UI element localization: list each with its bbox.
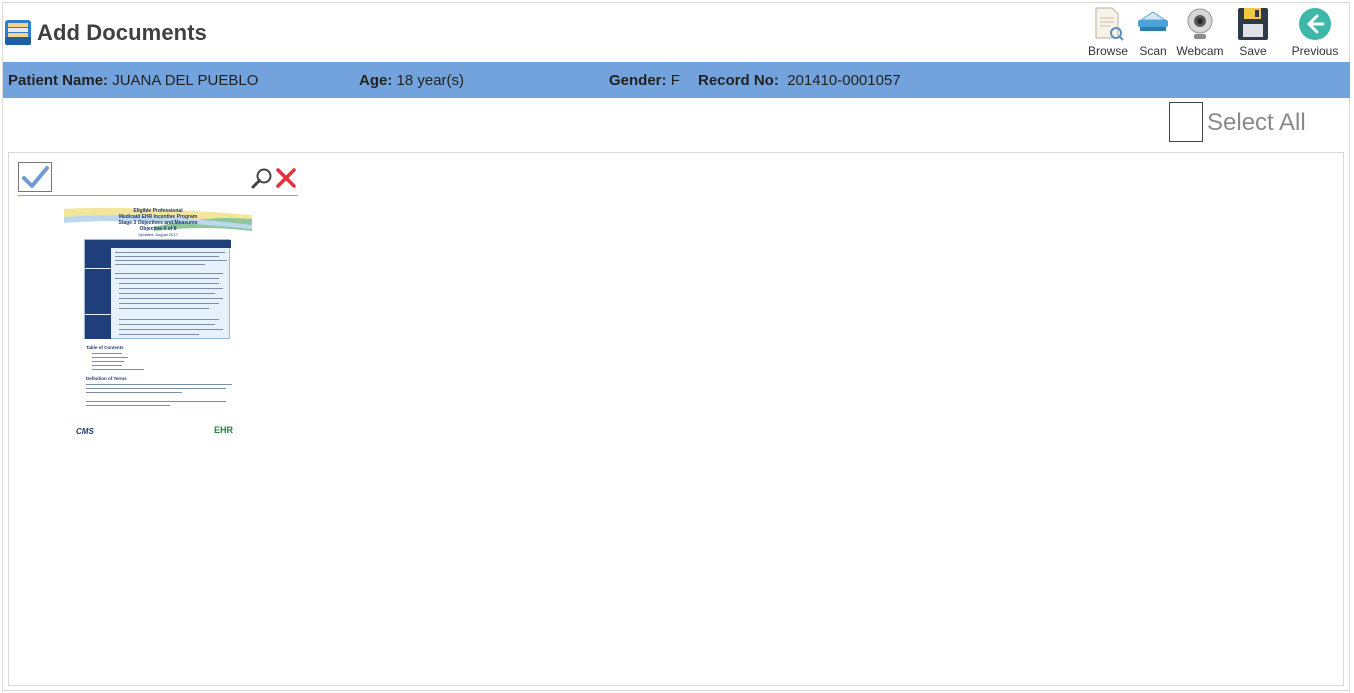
save-button[interactable]: Save: [1227, 4, 1279, 60]
checkmark-icon: [22, 166, 49, 188]
document-cabinet-icon: [5, 20, 31, 45]
document-card: Eligible Professional Medicaid EHR Incen…: [18, 161, 298, 445]
previous-label: Previous: [1291, 44, 1339, 58]
webcam-icon: [1187, 8, 1213, 39]
patient-record-value: 201410-0001057: [787, 72, 901, 89]
patient-age-label: Age:: [359, 72, 393, 89]
remove-icon[interactable]: [274, 166, 298, 190]
back-arrow-icon: [1299, 8, 1331, 40]
page-title: Add Documents: [37, 20, 207, 45]
patient-name: Patient Name: JUANA DEL PUEBLO: [8, 72, 258, 89]
patient-age: Age: 18 year(s): [359, 72, 464, 89]
ehr-logo: EHR: [214, 425, 234, 435]
previous-button[interactable]: Previous: [1289, 4, 1341, 60]
floppy-disk-icon: [1238, 8, 1268, 40]
patient-gender: Gender: F: [609, 72, 680, 89]
scanner-icon: [1138, 11, 1168, 31]
patient-gender-value: F: [670, 72, 680, 89]
thumbnail-updated: Updated: August 2017: [138, 232, 178, 237]
patient-record-label: Record No:: [698, 72, 779, 89]
document-checkbox[interactable]: [18, 162, 52, 192]
document-list: Eligible Professional Medicaid EHR Incen…: [8, 152, 1344, 686]
browse-icon: [1095, 7, 1124, 41]
patient-name-label: Patient Name:: [8, 72, 109, 89]
zoom-icon[interactable]: [251, 167, 273, 189]
select-all-label[interactable]: Select All: [1207, 109, 1306, 137]
patient-name-value: JUANA DEL PUEBLO: [112, 72, 259, 89]
document-thumbnail[interactable]: Eligible Professional Medicaid EHR Incen…: [64, 205, 252, 445]
thumbnail-toc-heading: Table of Contents: [86, 345, 124, 350]
document-card-header: [18, 161, 298, 196]
patient-record: Record No: 201410-0001057: [698, 72, 901, 89]
patient-info-bar: Patient Name: JUANA DEL PUEBLO Age: 18 y…: [3, 62, 1350, 98]
thumbnail-table: [84, 239, 231, 339]
patient-age-value: 18 year(s): [396, 72, 465, 89]
patient-gender-label: Gender:: [609, 72, 667, 89]
thumbnail-definition-heading: Definition of Terms: [86, 376, 127, 381]
cms-logo: CMS: [76, 427, 94, 436]
select-all-checkbox[interactable]: [1169, 102, 1203, 142]
